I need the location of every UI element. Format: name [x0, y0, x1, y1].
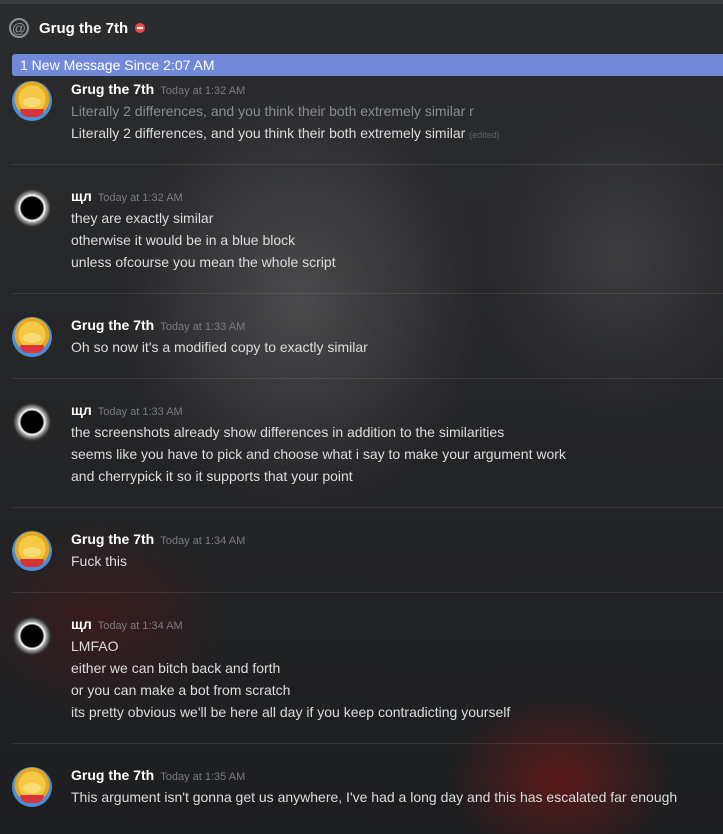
message-divider — [12, 592, 723, 593]
message-line: Literally 2 differences, and you think t… — [71, 125, 500, 141]
message-timestamp: Today at 1:32 AM — [160, 85, 246, 97]
message-author[interactable]: Grug the 7th Today at 1:32 AM — [71, 81, 245, 97]
message-author[interactable]: Grug the 7th Today at 1:33 AM — [71, 317, 245, 333]
message-line: Fuck this — [71, 553, 128, 569]
do-not-disturb-status-icon — [135, 23, 146, 33]
message-line: unless ofcourse you mean the whole scrip… — [71, 254, 336, 270]
message-line: seems like you have to pick and choose w… — [71, 446, 566, 462]
new-messages-bar[interactable]: 1 New Message Since 2:07 AM — [12, 54, 723, 76]
message-line: they are exactly similar — [71, 210, 214, 226]
message-timestamp: Today at 1:33 AM — [97, 406, 183, 418]
message-divider — [12, 293, 723, 294]
message-divider — [12, 507, 723, 508]
message-timestamp: Today at 1:34 AM — [97, 620, 183, 632]
avatar[interactable] — [12, 531, 52, 571]
message-timestamp: Today at 1:34 AM — [160, 535, 246, 547]
message-line: either we can bitch back and forth — [71, 660, 281, 676]
message-line: its pretty obvious we'll be here all day… — [71, 704, 511, 720]
message-author[interactable]: щл Today at 1:32 AM — [71, 188, 183, 204]
message-divider — [12, 378, 723, 379]
message-line: This argument isn't gonna get us anywher… — [71, 789, 678, 805]
edited-tag: (edited) — [469, 130, 500, 140]
message-line: and cherrypick it so it supports that yo… — [71, 468, 353, 484]
avatar[interactable] — [12, 188, 52, 228]
message-line: or you can make a bot from scratch — [71, 682, 291, 698]
message-divider — [12, 743, 723, 744]
message-line: Oh so now it's a modified copy to exactl… — [71, 339, 368, 355]
avatar[interactable] — [12, 402, 52, 442]
message-timestamp: Today at 1:32 AM — [97, 192, 183, 204]
dm-recipient-name[interactable]: Grug the 7th — [39, 20, 128, 37]
avatar[interactable] — [12, 81, 52, 121]
message-divider — [12, 164, 723, 165]
message-author[interactable]: щл Today at 1:34 AM — [71, 616, 183, 632]
avatar[interactable] — [12, 767, 52, 807]
avatar[interactable] — [12, 317, 52, 357]
message-author[interactable]: щл Today at 1:33 AM — [71, 402, 183, 418]
at-icon: @ — [9, 18, 29, 38]
message-line: otherwise it would be in a blue block — [71, 232, 296, 248]
avatar[interactable] — [12, 616, 52, 656]
message-line: Literally 2 differences, and you think t… — [71, 103, 474, 119]
message-author[interactable]: Grug the 7th Today at 1:35 AM — [71, 767, 245, 783]
message-timestamp: Today at 1:35 AM — [160, 771, 246, 783]
message-timestamp: Today at 1:33 AM — [160, 321, 246, 333]
message-author[interactable]: Grug the 7th Today at 1:34 AM — [71, 531, 245, 547]
message-line: the screenshots already show differences… — [71, 424, 505, 440]
channel-header: @ Grug the 7th — [0, 4, 723, 52]
message-line: LMFAO — [71, 638, 119, 654]
